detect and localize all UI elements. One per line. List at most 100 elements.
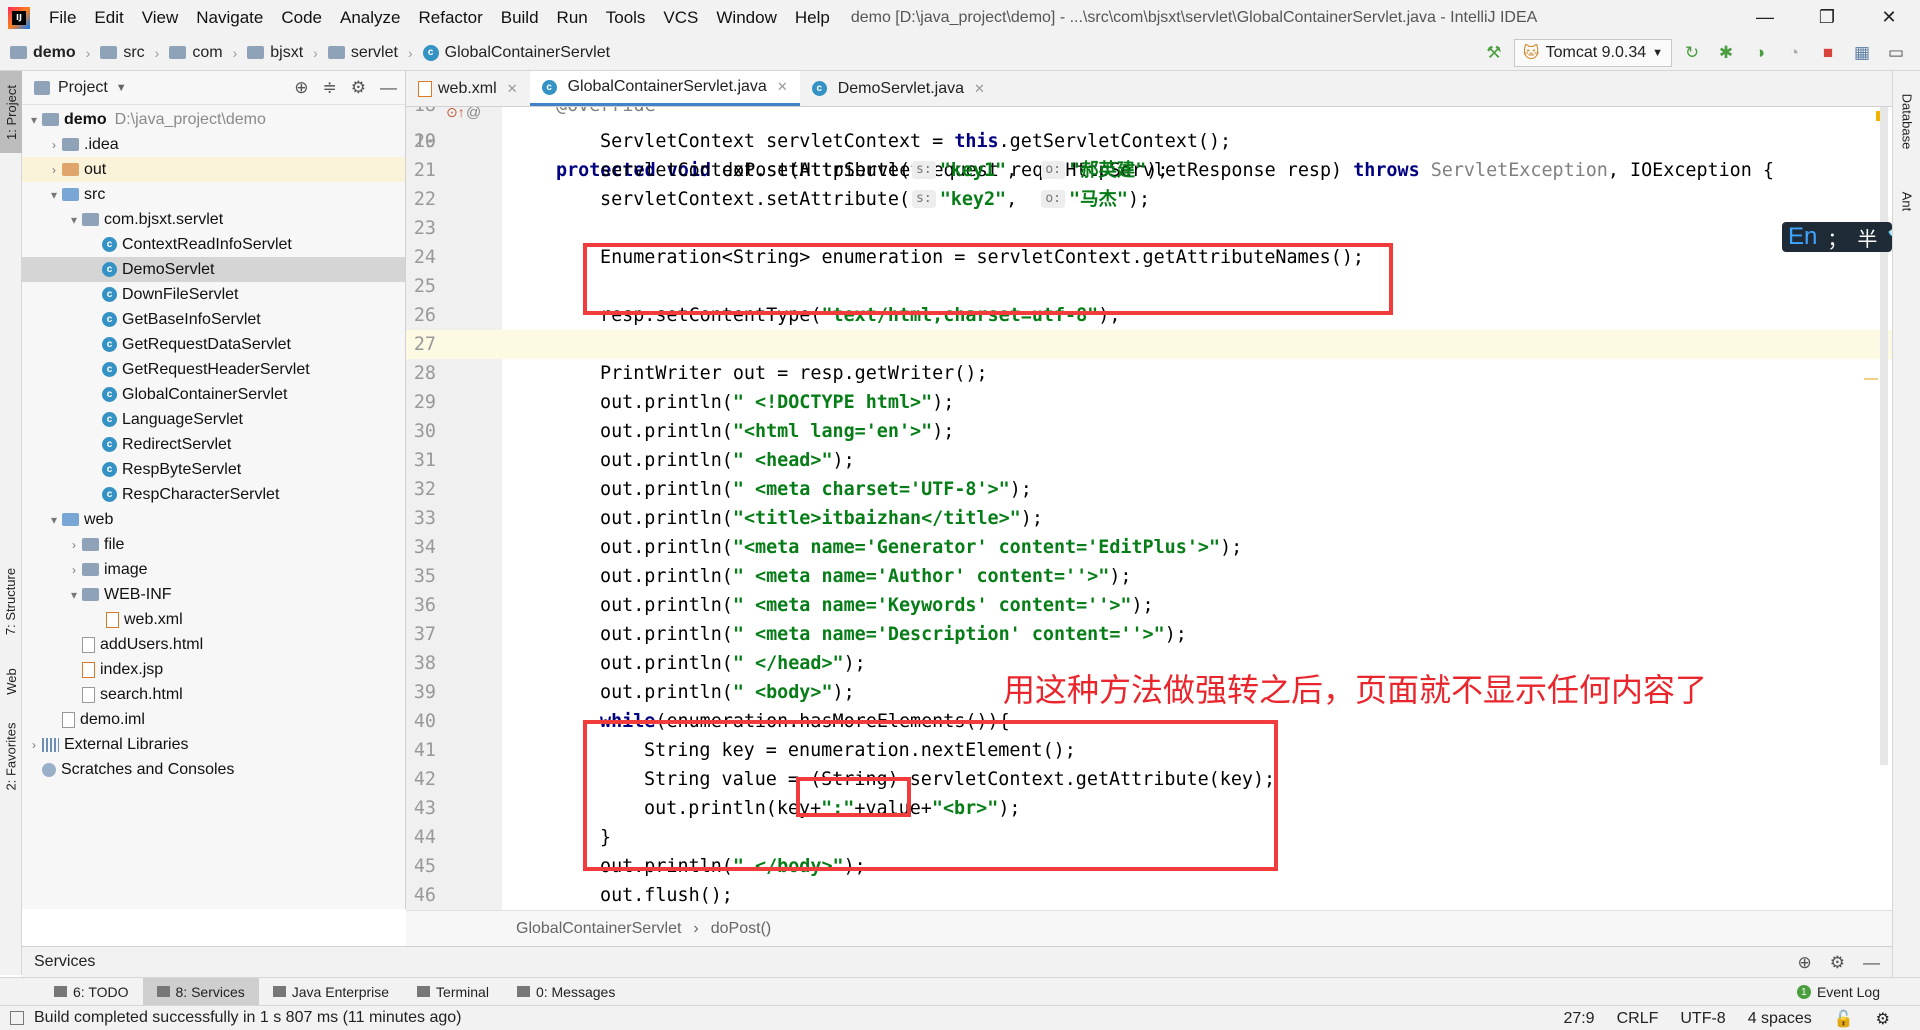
menu-view[interactable]: View xyxy=(133,0,188,35)
indent-setting[interactable]: 4 spaces xyxy=(1748,1010,1812,1028)
menu-tools[interactable]: Tools xyxy=(597,0,655,35)
tab-database[interactable]: Database xyxy=(1893,71,1920,171)
tree-item-class[interactable]: c RespCharacterServlet xyxy=(22,482,405,507)
chevron-right-icon[interactable]: › xyxy=(66,563,82,577)
tree-item-html[interactable]: addUsers.html xyxy=(22,632,405,657)
tree-item-class[interactable]: c DownFileServlet xyxy=(22,282,405,307)
tab-web-xml[interactable]: web.xml ✕ xyxy=(406,71,530,106)
chevron-down-icon[interactable]: ▾ xyxy=(46,513,62,527)
maximize-button[interactable]: ❐ xyxy=(1796,0,1858,35)
breadcrumb-src[interactable]: src › xyxy=(90,44,159,62)
minimize-button[interactable]: — xyxy=(1734,0,1796,35)
chevron-right-icon[interactable]: › xyxy=(46,138,62,152)
tree-item-jsp[interactable]: index.jsp xyxy=(22,657,405,682)
menu-run[interactable]: Run xyxy=(548,0,597,35)
close-tab-icon[interactable]: ✕ xyxy=(777,79,788,95)
caret-position[interactable]: 27:9 xyxy=(1563,1010,1594,1028)
menu-navigate[interactable]: Navigate xyxy=(187,0,272,35)
chevron-down-icon[interactable]: ▾ xyxy=(26,113,42,127)
run-configuration-select[interactable]: 🐱 Tomcat 9.0.34 ▼ xyxy=(1513,39,1672,67)
locate-icon[interactable]: ⊕ xyxy=(294,78,308,98)
tree-item-web-inf[interactable]: ▾ WEB-INF xyxy=(22,582,405,607)
tree-item-web-xml[interactable]: web.xml xyxy=(22,607,405,632)
menu-file[interactable]: File xyxy=(40,0,85,35)
tree-item-class[interactable]: c GetBaseInfoServlet xyxy=(22,307,405,332)
hide-icon[interactable]: — xyxy=(1863,953,1880,973)
stop-icon[interactable]: ■ xyxy=(1814,39,1842,67)
event-icon[interactable]: ⚙ xyxy=(1876,1009,1890,1029)
tab-web[interactable]: Web xyxy=(0,651,22,711)
breadcrumb-class[interactable]: c GlobalContainerServlet xyxy=(413,44,610,62)
chevron-down-icon[interactable]: ▾ xyxy=(46,188,62,202)
menu-edit[interactable]: Edit xyxy=(85,0,132,35)
menu-code[interactable]: Code xyxy=(272,0,331,35)
tool-windows-icon[interactable] xyxy=(10,1011,24,1025)
tree-item-iml[interactable]: demo.iml xyxy=(22,707,405,732)
chevron-down-icon[interactable]: ▾ xyxy=(66,213,82,227)
collapse-all-icon[interactable]: ≑ xyxy=(323,78,337,98)
status-message[interactable]: Build completed successfully in 1 s 807 … xyxy=(34,1009,461,1027)
tab-structure[interactable]: 7: Structure xyxy=(0,551,22,651)
scroll-marker[interactable] xyxy=(1864,378,1878,380)
tab-project[interactable]: 1: Project xyxy=(0,71,22,153)
coverage-icon[interactable]: ◑ xyxy=(1746,39,1774,67)
tab-global-container-servlet[interactable]: c GlobalContainerServlet.java ✕ xyxy=(529,71,800,106)
globe-icon[interactable]: ⊕ xyxy=(1798,953,1812,973)
tab-favorites[interactable]: 2: Favorites xyxy=(0,711,22,801)
gear-icon[interactable]: ⚙ xyxy=(1830,953,1845,973)
tree-item-class[interactable]: c RedirectServlet xyxy=(22,432,405,457)
tree-item-scratches[interactable]: Scratches and Consoles xyxy=(22,757,405,782)
ime-toolbar[interactable]: En ； 半 👕 xyxy=(1782,222,1912,252)
menu-build[interactable]: Build xyxy=(492,0,548,35)
close-tab-icon[interactable]: ✕ xyxy=(507,81,518,97)
tab-services[interactable]: 8: Services xyxy=(142,977,259,1006)
tree-item-class-selected[interactable]: c DemoServlet xyxy=(22,257,405,282)
menu-vcs[interactable]: VCS xyxy=(654,0,707,35)
editor-scrollbar[interactable] xyxy=(1880,107,1888,765)
breadcrumb-method[interactable]: doPost() xyxy=(711,920,771,938)
breadcrumb-bjsxt[interactable]: bjsxt › xyxy=(237,44,318,62)
tree-item-image[interactable]: › image xyxy=(22,557,405,582)
rerun-icon[interactable]: ↻ xyxy=(1678,39,1706,67)
tree-item-demo[interactable]: ▾ demo D:\java_project\demo xyxy=(22,107,405,132)
tree-item-class[interactable]: c LanguageServlet xyxy=(22,407,405,432)
tree-item-idea[interactable]: › .idea xyxy=(22,132,405,157)
chevron-right-icon[interactable]: › xyxy=(66,538,82,552)
tree-item-package[interactable]: ▾ com.bjsxt.servlet xyxy=(22,207,405,232)
tree-item-html[interactable]: search.html xyxy=(22,682,405,707)
profile-icon[interactable]: ◔ xyxy=(1780,39,1808,67)
line-separator[interactable]: CRLF xyxy=(1617,1010,1659,1028)
project-structure-icon[interactable]: ▦ xyxy=(1848,39,1876,67)
chevron-right-icon[interactable]: › xyxy=(46,163,62,177)
tab-ant[interactable]: Ant xyxy=(1893,181,1920,221)
tree-item-web[interactable]: ▾ web xyxy=(22,507,405,532)
tree-item-class[interactable]: c RespByteServlet xyxy=(22,457,405,482)
breadcrumb-servlet[interactable]: servlet › xyxy=(318,44,413,62)
gear-icon[interactable]: ⚙ xyxy=(351,78,366,98)
tab-java-enterprise[interactable]: Java Enterprise xyxy=(259,978,403,1006)
menu-help[interactable]: Help xyxy=(786,0,839,35)
menu-window[interactable]: Window xyxy=(707,0,785,35)
debug-icon[interactable]: ✱ xyxy=(1712,39,1740,67)
tab-demo-servlet[interactable]: c DemoServlet.java ✕ xyxy=(800,71,997,106)
file-encoding[interactable]: UTF-8 xyxy=(1680,1010,1725,1028)
tree-item-file[interactable]: › file xyxy=(22,532,405,557)
close-button[interactable]: ✕ xyxy=(1858,0,1920,35)
hide-icon[interactable]: — xyxy=(380,78,397,98)
tab-messages[interactable]: 0: Messages xyxy=(503,978,629,1006)
tree-item-class[interactable]: c GlobalContainerServlet xyxy=(22,382,405,407)
chevron-down-icon[interactable]: ▾ xyxy=(66,588,82,602)
event-log-button[interactable]: 1 Event Log xyxy=(1796,978,1880,1006)
tree-item-out[interactable]: › out xyxy=(22,157,405,182)
tree-item-class[interactable]: c GetRequestHeaderServlet xyxy=(22,357,405,382)
breadcrumb-demo[interactable]: demo › xyxy=(0,44,90,62)
menu-analyze[interactable]: Analyze xyxy=(331,0,409,35)
breadcrumb-class[interactable]: GlobalContainerServlet xyxy=(516,920,681,938)
tab-terminal[interactable]: Terminal xyxy=(403,978,503,1006)
tree-item-external-libraries[interactable]: › External Libraries xyxy=(22,732,405,757)
layout-icon[interactable]: ▭ xyxy=(1882,39,1910,67)
project-view-select[interactable]: Project xyxy=(58,79,108,97)
tree-item-src[interactable]: ▾ src xyxy=(22,182,405,207)
menu-refactor[interactable]: Refactor xyxy=(409,0,491,35)
tab-todo[interactable]: 6: TODO xyxy=(40,978,143,1006)
